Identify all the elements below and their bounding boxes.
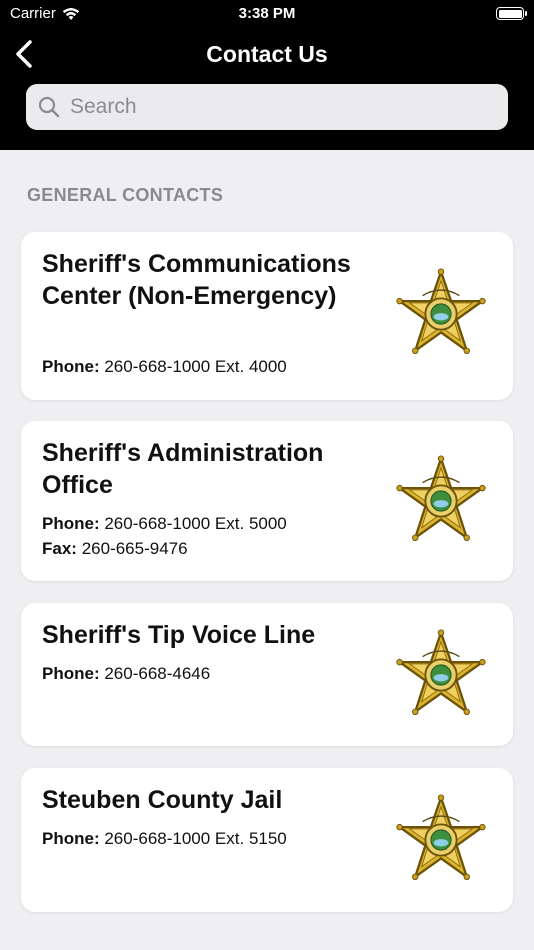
- contact-name: Steuben County Jail: [42, 786, 283, 814]
- contact-card[interactable]: Sheriff's Administration Office Phone: 2…: [21, 421, 513, 581]
- page-title: Contact Us: [206, 41, 328, 67]
- fax-label: Fax:: [42, 539, 77, 558]
- contact-card[interactable]: Sheriff's Communications Center (Non-Eme…: [21, 232, 513, 400]
- contact-name: Sheriff's Administration Office: [42, 439, 324, 499]
- phone-label: Phone:: [42, 664, 100, 683]
- sheriff-badge-icon: [395, 268, 487, 360]
- phone-number: 260-668-1000 Ext. 4000: [104, 357, 287, 376]
- phone-label: Phone:: [42, 829, 100, 848]
- phone-number: 260-668-1000 Ext. 5000: [104, 514, 287, 533]
- contact-phone: Phone: 260-668-1000 Ext. 4000: [42, 357, 287, 377]
- search-input[interactable]: [68, 94, 508, 120]
- fax-number: 260-665-9476: [81, 539, 188, 558]
- battery-icon: [496, 7, 527, 20]
- status-bar: Carrier 3:38 PM: [0, 0, 534, 28]
- clock: 3:38 PM: [238, 5, 296, 22]
- contact-card[interactable]: Sheriff's Tip Voice Line Phone: 260-668-…: [21, 603, 513, 746]
- contact-fax: Fax: 260-665-9476: [42, 539, 188, 559]
- phone-label: Phone:: [42, 357, 100, 376]
- section-header: GENERAL CONTACTS: [27, 185, 224, 205]
- header: Carrier 3:38 PM Contact Us: [0, 0, 534, 150]
- phone-number: 260-668-4646: [104, 664, 211, 683]
- contact-phone: Phone: 260-668-4646: [42, 664, 210, 684]
- contact-name: Sheriff's Tip Voice Line: [42, 621, 316, 649]
- sheriff-badge-icon: [395, 455, 487, 547]
- navigation-bar: Contact Us: [0, 28, 534, 80]
- phone-label: Phone:: [42, 514, 100, 533]
- contact-phone: Phone: 260-668-1000 Ext. 5000: [42, 514, 287, 534]
- search-icon: [38, 96, 60, 118]
- contact-card[interactable]: Steuben County Jail Phone: 260-668-1000 …: [21, 768, 513, 912]
- sheriff-badge-icon: [395, 794, 487, 886]
- search-bar[interactable]: [26, 84, 508, 130]
- contact-name: Sheriff's Communications Center (Non-Eme…: [42, 250, 351, 310]
- phone-number: 260-668-1000 Ext. 5150: [104, 829, 287, 848]
- contact-phone: Phone: 260-668-1000 Ext. 5150: [42, 829, 287, 849]
- sheriff-badge-icon: [395, 629, 487, 721]
